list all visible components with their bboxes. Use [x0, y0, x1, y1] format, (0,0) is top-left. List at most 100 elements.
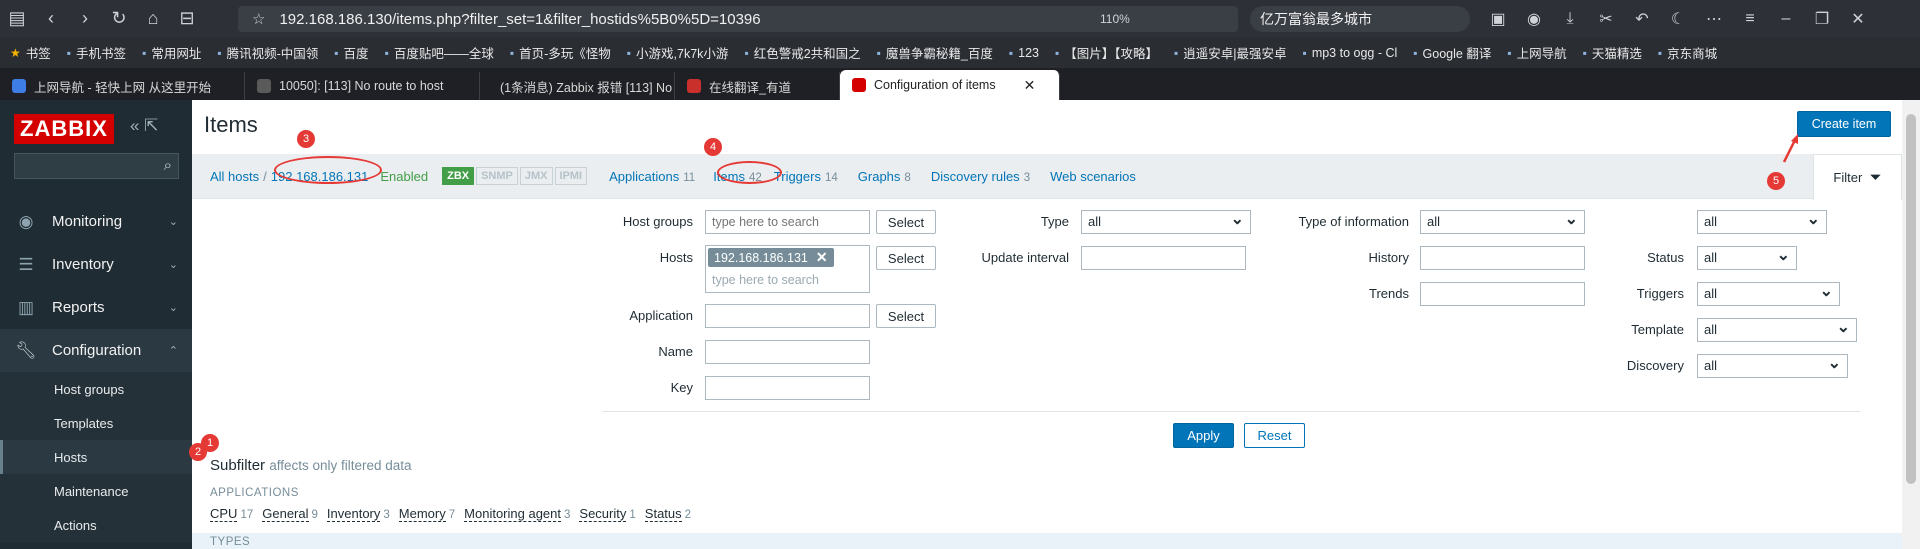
bookmark-item[interactable]: ▪ 123 [1009, 46, 1039, 60]
undo-icon[interactable]: ↶ [1624, 9, 1660, 29]
link-label[interactable]: Graphs [858, 169, 901, 184]
create-item-button[interactable]: Create item [1797, 111, 1891, 137]
tab-active[interactable]: Configuration of items ✕ [840, 70, 1060, 100]
restore-icon[interactable]: ❐ [1804, 9, 1840, 29]
pdf-icon[interactable]: ▣ [1480, 9, 1516, 29]
submenu-actions[interactable]: Actions [0, 508, 192, 542]
remove-host-icon[interactable]: ✕ [816, 249, 828, 266]
menu-monitoring[interactable]: ◉ Monitoring ⌄ [0, 200, 192, 243]
menu-configuration[interactable]: 🔧︎ Configuration ⌃ [0, 329, 192, 372]
submenu-maintenance[interactable]: Maintenance [0, 474, 192, 508]
sidebar-search-input[interactable]: ⌕ [14, 153, 179, 179]
sidebar-toggle-icon[interactable]: ▤ [0, 0, 34, 37]
app-label[interactable]: Monitoring agent [464, 506, 561, 522]
bookmark-item[interactable]: ▪ 逍遥安卓|最强安卓 [1174, 43, 1287, 62]
menu-dots-icon[interactable]: ⋯ [1696, 9, 1732, 29]
applications-link[interactable]: Applications 11 [609, 169, 695, 184]
type-select[interactable]: all [1081, 209, 1251, 234]
bookmark-item[interactable]: ▪ 京东商城 [1658, 43, 1717, 62]
app-label[interactable]: Status [644, 506, 682, 522]
bookmark-item[interactable]: ▪ 首页-多玩《怪物 [510, 43, 611, 62]
close-tab-icon[interactable]: ✕ [1024, 77, 1036, 94]
link-label[interactable]: Web scenarios [1050, 169, 1136, 184]
hosts-select-button[interactable]: Select [876, 246, 936, 270]
bookmark-star-icon[interactable]: ☆ [252, 10, 265, 28]
reset-button[interactable]: Reset [1244, 423, 1305, 448]
zabbix-logo[interactable]: ZABBIX [14, 114, 114, 144]
bookmark-item[interactable]: ▪ mp3 to ogg - Cl [1303, 46, 1398, 60]
discovery-rules-link[interactable]: Discovery rules 3 [931, 169, 1030, 184]
close-window-icon[interactable]: ✕ [1840, 9, 1876, 29]
link-label[interactable]: Applications [609, 169, 679, 184]
bookmark-item[interactable]: ★ 书签 [10, 43, 51, 62]
history-input[interactable] [1420, 246, 1585, 270]
triggers-select[interactable]: all [1697, 281, 1840, 306]
submenu-hosts[interactable]: Hosts [0, 440, 192, 474]
bookmark-item[interactable]: ▪ 百度 [334, 43, 368, 62]
app-label[interactable]: CPU [210, 506, 238, 522]
host-status[interactable]: Enabled [380, 169, 428, 184]
app-label[interactable]: Inventory [326, 506, 381, 522]
web-scenarios-link[interactable]: Web scenarios [1050, 169, 1136, 184]
menu-inventory[interactable]: ☰ Inventory ⌄ [0, 243, 192, 286]
template-select[interactable]: all [1697, 317, 1857, 342]
application-input[interactable] [705, 304, 870, 328]
app-label[interactable]: Memory [398, 506, 446, 522]
submenu-host-groups[interactable]: Host groups [0, 372, 192, 406]
browser-tab[interactable]: 上网导航 - 轻快上网 从这里开始 [0, 72, 245, 100]
discovery-select[interactable]: all [1697, 353, 1848, 378]
key-input[interactable] [705, 376, 870, 400]
bookmark-item[interactable]: ▪ 红色警戒2共和国之 [744, 43, 860, 62]
address-bar[interactable]: ☆ 192.168.186.130/items.php?filter_set=1… [238, 6, 1238, 32]
type-of-information-select[interactable]: all [1420, 209, 1585, 234]
zoom-level[interactable]: 110% [1100, 12, 1130, 26]
host-groups-input[interactable] [705, 210, 870, 234]
hosts-multiselect[interactable]: 192.168.186.131 ✕ type here to search [705, 245, 870, 293]
bookmark-item[interactable]: ▪ Google 翻译 [1413, 43, 1491, 62]
game-icon[interactable]: ◉ [1516, 9, 1552, 29]
scissors-icon[interactable]: ✂ [1588, 9, 1624, 29]
subfilter-app[interactable]: General 9 [262, 506, 318, 522]
subfilter-app[interactable]: CPU 17 [210, 506, 253, 522]
app-label[interactable]: Security [579, 506, 627, 522]
submenu-templates[interactable]: Templates [0, 406, 192, 440]
subfilter-app[interactable]: Status 2 [644, 506, 691, 522]
menu-reports[interactable]: ▥ Reports ⌄ [0, 286, 192, 329]
forward-icon[interactable]: › [68, 0, 102, 37]
apply-button[interactable]: Apply [1173, 423, 1234, 448]
download-icon[interactable]: ⤓ [1552, 10, 1588, 28]
bookmark-item[interactable]: ▪ 腾讯视频-中国领 [217, 43, 318, 62]
reload-icon[interactable]: ↻ [102, 0, 136, 37]
bookmark-item[interactable]: ▪ 天猫精选 [1583, 43, 1642, 62]
reader-icon[interactable]: ⊟ [170, 0, 204, 37]
name-input[interactable] [705, 340, 870, 364]
bookmark-item[interactable]: ▪ 手机书签 [67, 43, 126, 62]
subfilter-app[interactable]: Monitoring agent 3 [464, 506, 570, 522]
home-icon[interactable]: ⌂ [136, 0, 170, 37]
all-hosts-link[interactable]: All hosts [210, 169, 259, 184]
app-label[interactable]: General [262, 506, 309, 522]
search-icon[interactable]: ⌕ [164, 157, 172, 174]
back-icon[interactable]: ‹ [34, 0, 68, 37]
status-select[interactable]: all [1697, 245, 1797, 270]
filter-tab[interactable]: Filter ⏷ [1813, 154, 1902, 200]
browser-search-box[interactable]: 亿万富翁最多城市 [1250, 6, 1470, 32]
trends-input[interactable] [1420, 282, 1585, 306]
subfilter-app[interactable]: Inventory 3 [326, 506, 390, 522]
collapse-sidebar-icon[interactable]: « ⇱ [130, 116, 158, 136]
minimize-icon[interactable]: – [1768, 10, 1804, 28]
subfilter-app[interactable]: Security 1 [579, 506, 636, 522]
bookmark-item[interactable]: ▪ 百度贴吧——全球 [385, 43, 494, 62]
subfilter-app[interactable]: Memory 7 [398, 506, 455, 522]
page-scrollbar[interactable] [1902, 100, 1920, 549]
moon-icon[interactable]: ☾ [1660, 9, 1696, 29]
link-label[interactable]: Discovery rules [931, 169, 1020, 184]
bookmark-item[interactable]: ▪ 魔兽争霸秘籍_百度 [877, 43, 993, 62]
update-interval-input[interactable] [1081, 246, 1246, 270]
state-select[interactable]: all [1697, 209, 1827, 234]
browser-tab[interactable]: 10050]: [113] No route to host [245, 72, 480, 100]
browser-tab[interactable]: 在线翻译_有道 [675, 72, 840, 100]
graphs-link[interactable]: Graphs 8 [858, 169, 911, 184]
scrollbar-thumb[interactable] [1906, 114, 1916, 484]
application-select-button[interactable]: Select [876, 304, 936, 328]
